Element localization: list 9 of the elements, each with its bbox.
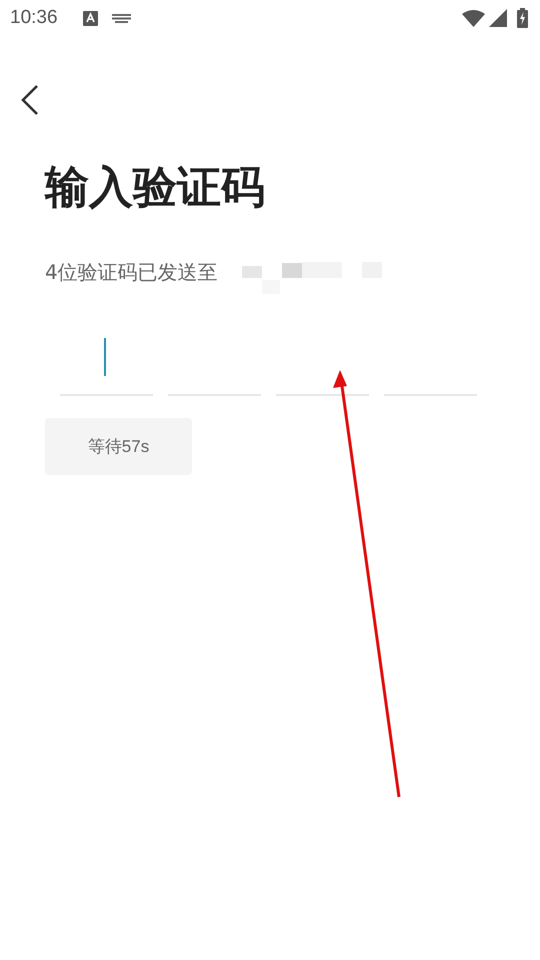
status-time: 10:36 <box>10 6 58 30</box>
wifi-icon <box>462 10 485 26</box>
page-title: 输入验证码 <box>45 164 266 212</box>
back-icon[interactable] <box>20 84 40 116</box>
text-input-icon <box>82 10 98 26</box>
code-digit-field[interactable] <box>60 336 153 396</box>
signal-icon <box>489 9 507 27</box>
sent-to-text: 4位验证码已发送至 <box>45 259 218 286</box>
battery-icon <box>517 8 528 28</box>
